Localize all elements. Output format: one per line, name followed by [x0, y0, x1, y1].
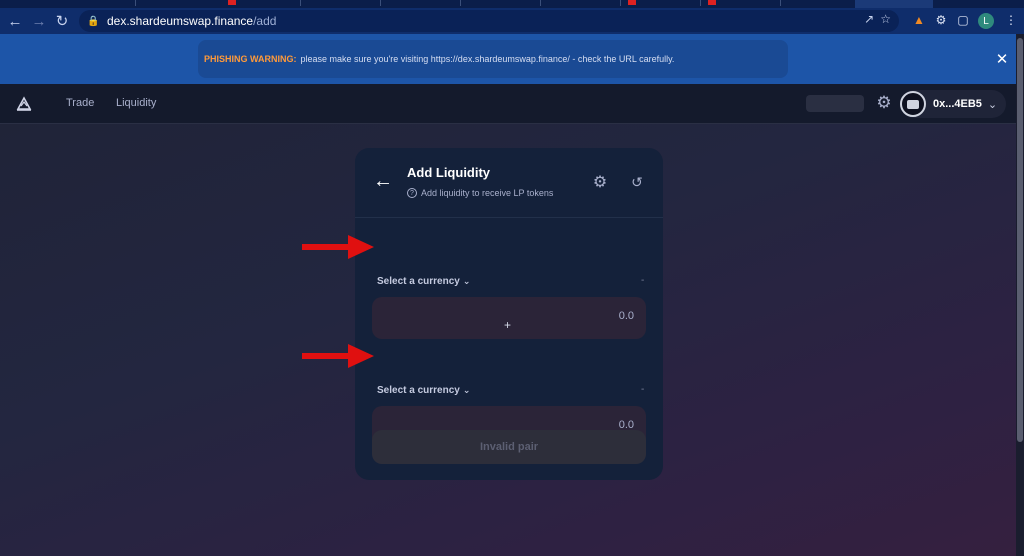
annotation-arrow-icon	[302, 344, 374, 368]
url-host: dex.shardeumswap.finance	[107, 14, 254, 28]
tab-divider	[780, 0, 781, 6]
network-placeholder	[806, 95, 864, 112]
forward-icon[interactable]: →	[28, 10, 50, 32]
page-scrollbar[interactable]	[1016, 34, 1024, 556]
tab-divider	[135, 0, 136, 6]
annotation-arrow-icon	[302, 235, 374, 259]
browser-toolbar: ← → ↻ 🔒 dex.shardeumswap.finance/add ↗ ☆…	[0, 8, 1024, 34]
select-currency-label: Select a currency	[377, 385, 460, 396]
add-liquidity-card: ← Add Liquidity ? Add liquidity to recei…	[355, 148, 663, 480]
token-a-amount: 0.0	[618, 310, 634, 322]
card-title: Add Liquidity	[407, 165, 491, 180]
sidepanel-icon[interactable]: ▢	[954, 11, 972, 29]
tab-favicon	[628, 0, 636, 5]
nav-link-liquidity[interactable]: Liquidity	[116, 97, 156, 109]
tab-divider	[540, 0, 541, 6]
tab-divider	[380, 0, 381, 6]
share-icon[interactable]: ↗	[864, 12, 874, 26]
close-icon[interactable]: ✕	[994, 51, 1010, 68]
card-subtitle: ? Add liquidity to receive LP tokens	[407, 188, 553, 198]
back-icon[interactable]: ←	[4, 10, 26, 32]
warning-label: PHISHING WARNING:	[204, 54, 297, 64]
settings-gear-icon[interactable]: ⚙	[874, 93, 894, 113]
history-icon[interactable]: ↺	[628, 173, 646, 191]
chevron-down-icon: ⌄	[987, 98, 998, 111]
tab-favicon	[228, 0, 236, 5]
url-path: /add	[253, 14, 277, 28]
lock-icon: 🔒	[87, 15, 100, 27]
card-subtitle-text: Add liquidity to receive LP tokens	[421, 188, 554, 198]
address-bar[interactable]: 🔒 dex.shardeumswap.finance/add ↗ ☆	[79, 10, 899, 32]
tab-divider	[700, 0, 701, 6]
card-header: ← Add Liquidity ? Add liquidity to recei…	[355, 148, 663, 218]
plus-icon: +	[504, 318, 512, 332]
select-currency-label: Select a currency	[377, 276, 460, 287]
profile-avatar[interactable]: L	[978, 13, 994, 29]
nav-link-trade[interactable]: Trade	[66, 97, 94, 109]
chevron-down-icon: ⌄	[462, 276, 471, 286]
wallet-address: 0x...4EB5	[933, 98, 982, 110]
invalid-pair-button[interactable]: Invalid pair	[372, 430, 646, 464]
token-b-balance: -	[641, 384, 645, 395]
browser-tab-strip	[0, 0, 1024, 8]
settings-gear-icon[interactable]: ⚙	[591, 173, 609, 191]
tab-divider	[300, 0, 301, 6]
back-arrow-icon[interactable]: ←	[372, 170, 394, 192]
wallet-button[interactable]: 0x...4EB5 ⌄	[900, 90, 1006, 118]
tab-divider	[460, 0, 461, 6]
page: PHISHING WARNING: please make sure you'r…	[0, 34, 1016, 556]
bookmark-star-icon[interactable]: ☆	[880, 12, 891, 26]
phishing-banner: PHISHING WARNING: please make sure you'r…	[0, 34, 1016, 84]
tab-divider	[620, 0, 621, 6]
token-a-balance: -	[641, 275, 645, 286]
active-tab[interactable]	[855, 0, 933, 8]
app-navbar: Trade Liquidity ⚙ 0x...4EB5 ⌄	[0, 84, 1016, 124]
select-currency-a-button[interactable]: Select a currency ⌄	[377, 276, 470, 287]
warning-message: please make sure you're visiting https:/…	[300, 54, 675, 64]
logo-icon[interactable]	[14, 94, 34, 114]
select-currency-b-button[interactable]: Select a currency ⌄	[377, 385, 470, 396]
kebab-menu-icon[interactable]: ⋮	[1002, 11, 1020, 29]
scrollbar-thumb[interactable]	[1017, 38, 1023, 442]
help-circle-icon[interactable]: ?	[407, 188, 417, 198]
metamask-icon[interactable]: ▲	[910, 11, 928, 29]
chevron-down-icon: ⌄	[462, 385, 471, 395]
extensions-puzzle-icon[interactable]: ⚙	[932, 11, 950, 29]
reload-icon[interactable]: ↻	[51, 10, 73, 32]
phishing-warning: PHISHING WARNING: please make sure you'r…	[198, 40, 788, 78]
wallet-icon	[900, 91, 926, 117]
tab-favicon	[708, 0, 716, 5]
